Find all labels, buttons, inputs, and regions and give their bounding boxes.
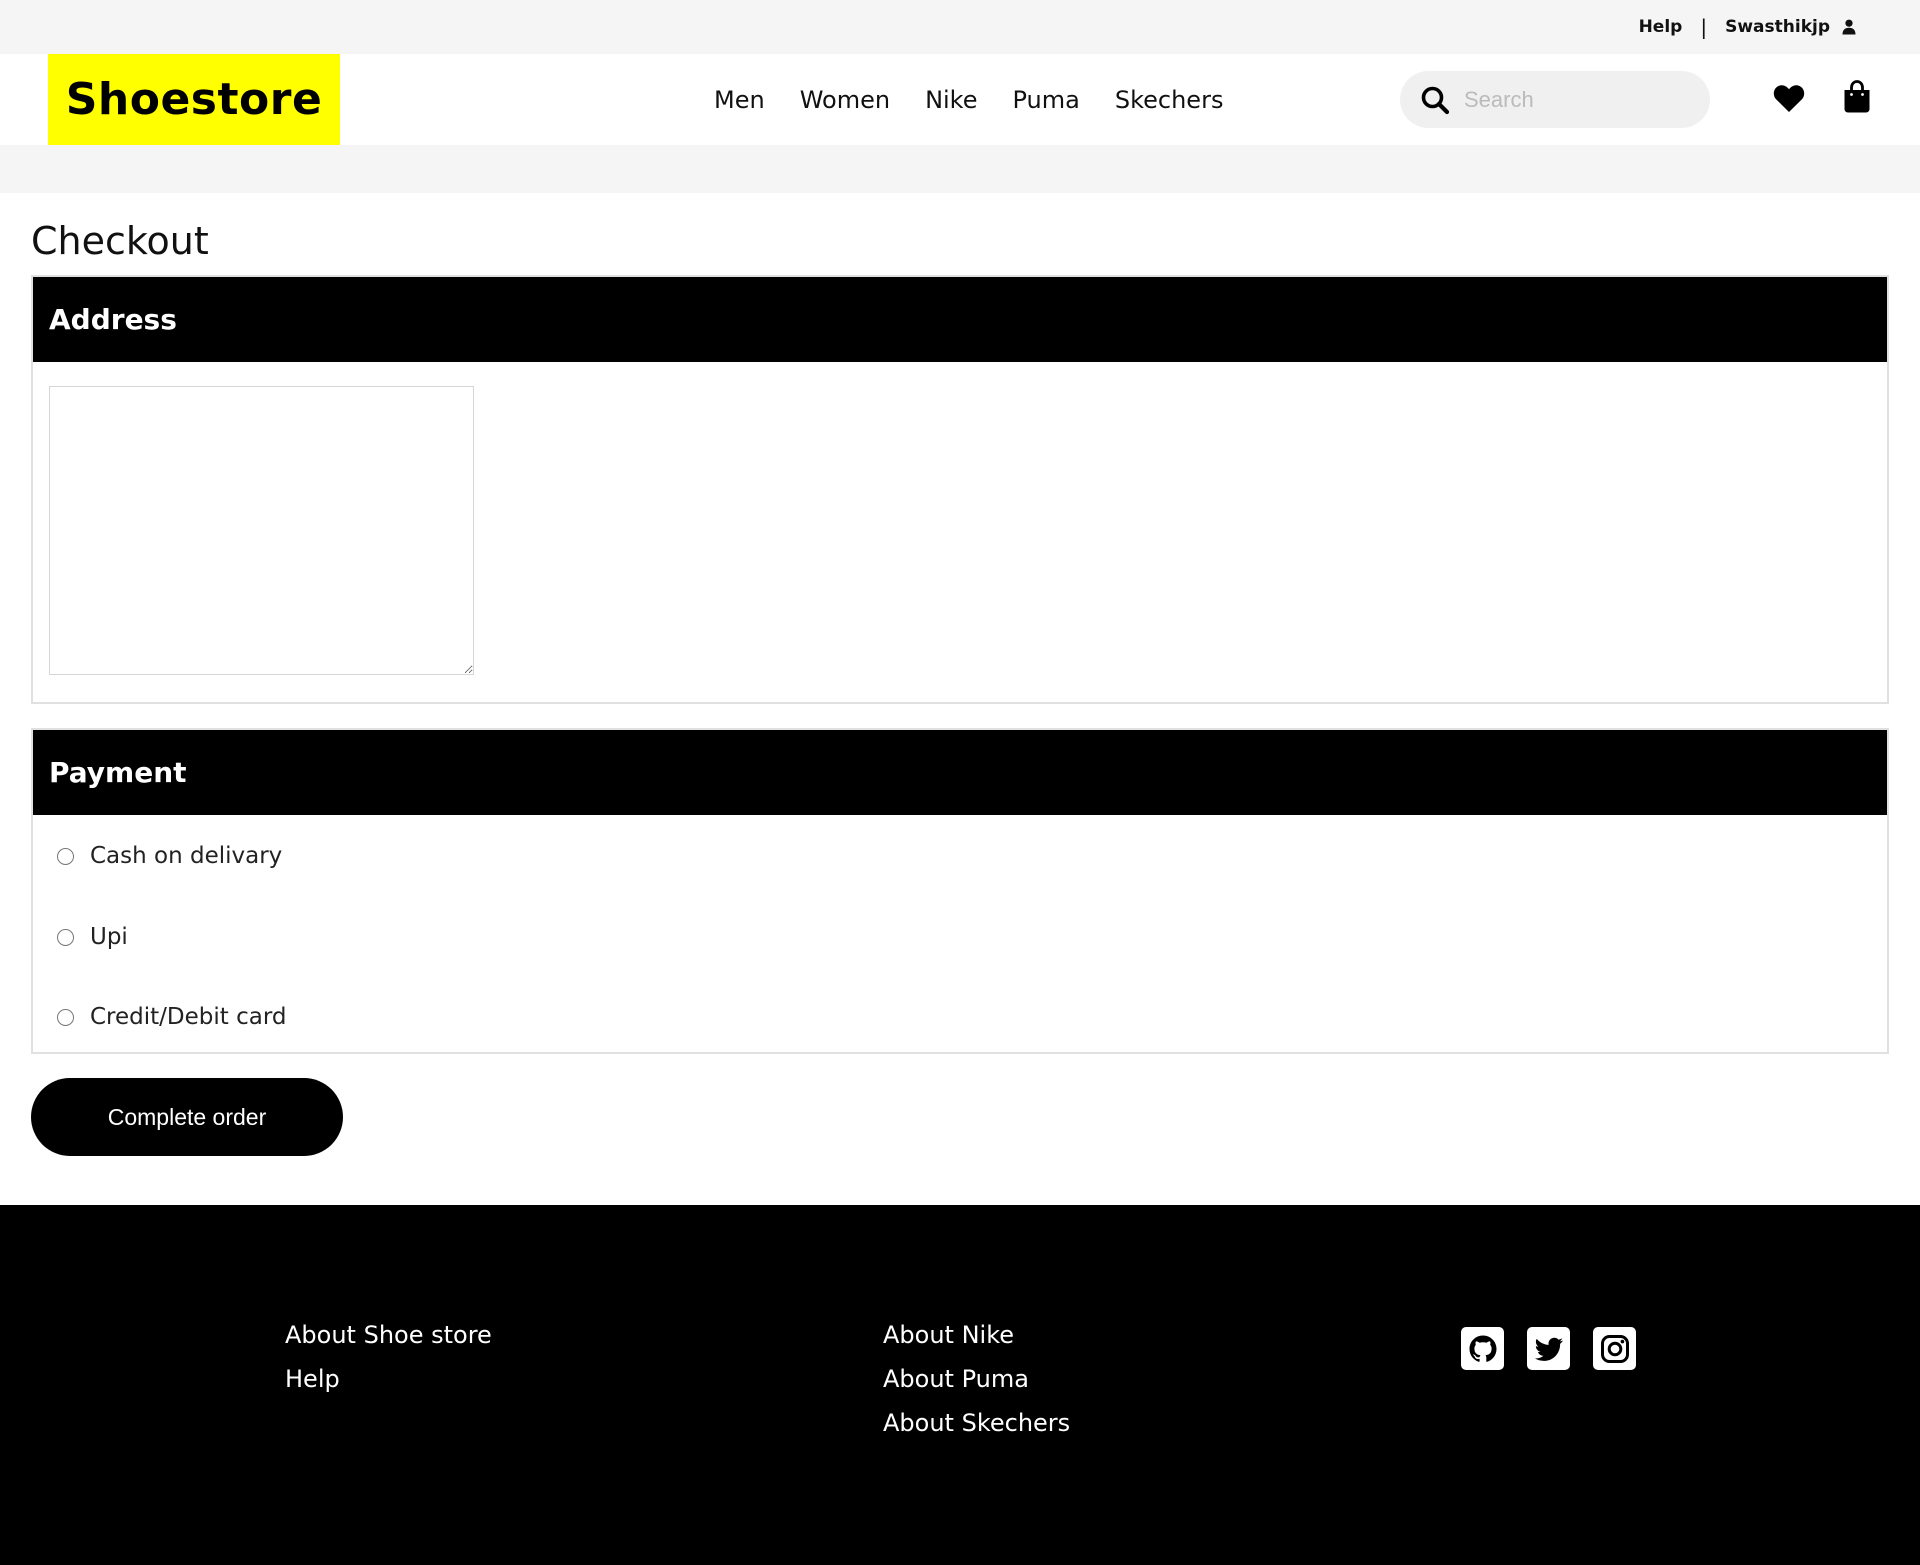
username-label: Swasthikjp [1725,17,1830,37]
search-icon[interactable] [1410,71,1460,128]
user-menu[interactable]: Swasthikjp [1725,17,1856,37]
social-links [1461,1327,1636,1370]
logo[interactable]: Shoestore [48,54,340,145]
nav-item-puma[interactable]: Puma [1013,86,1080,114]
github-icon[interactable] [1461,1327,1504,1370]
footer-link-about-nike[interactable]: About Nike [883,1322,1070,1348]
heart-icon[interactable] [1773,82,1805,114]
instagram-icon[interactable] [1593,1327,1636,1370]
page-title: Checkout [31,219,209,263]
payment-radio-card[interactable] [57,1008,74,1026]
payment-option-card[interactable]: Credit/Debit card [51,977,1869,1057]
footer-column-brands: About Nike About Puma About Skechers [883,1322,1070,1436]
payment-option-label: Credit/Debit card [90,1004,287,1030]
help-link[interactable]: Help [1639,17,1683,37]
complete-order-button[interactable]: Complete order [31,1078,343,1156]
twitter-icon[interactable] [1527,1327,1570,1370]
address-panel: Address [31,275,1889,704]
footer-link-about-store[interactable]: About Shoe store [285,1322,492,1348]
main-header: Shoestore Men Women Nike Puma Skechers [0,54,1920,145]
separator: | [1700,15,1708,39]
payment-option-label: Cash on delivary [90,843,283,869]
user-icon [1842,19,1856,35]
payment-option-label: Upi [90,924,128,950]
address-textarea[interactable] [49,386,474,675]
nav-item-skechers[interactable]: Skechers [1115,86,1224,114]
sub-header-band [0,145,1920,193]
shopping-bag-icon[interactable] [1843,80,1871,114]
payment-radio-upi[interactable] [57,928,74,946]
footer-link-help[interactable]: Help [285,1366,492,1392]
nav-item-men[interactable]: Men [714,86,765,114]
search-input[interactable] [1464,86,1684,113]
footer-link-about-puma[interactable]: About Puma [883,1366,1070,1392]
top-utility-bar: Help | Swasthikjp [0,0,1920,54]
address-heading: Address [33,277,1887,362]
search-box [1400,71,1710,128]
payment-radio-cod[interactable] [57,847,74,865]
payment-heading: Payment [33,730,1887,815]
utility-links: Help | Swasthikjp [1639,0,1856,54]
payment-option-upi[interactable]: Upi [51,897,1869,977]
nav-item-nike[interactable]: Nike [925,86,977,114]
nav-item-women[interactable]: Women [800,86,890,114]
payment-panel: Payment Cash on delivary Upi Credit/Debi… [31,728,1889,1054]
footer-column-store: About Shoe store Help [285,1322,492,1392]
payment-options: Cash on delivary Upi Credit/Debit card [33,815,1887,1057]
main-nav: Men Women Nike Puma Skechers [714,54,1223,145]
footer-link-about-skechers[interactable]: About Skechers [883,1410,1070,1436]
payment-option-cod[interactable]: Cash on delivary [51,815,1869,897]
footer: About Shoe store Help About Nike About P… [0,1205,1920,1565]
